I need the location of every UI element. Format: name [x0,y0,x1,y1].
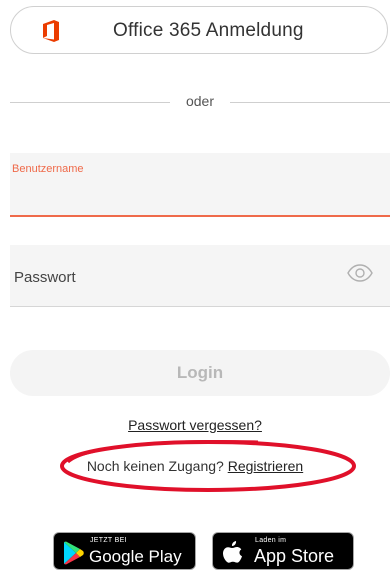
password-input[interactable] [12,263,316,291]
forgot-password-link[interactable]: Passwort vergessen? [128,417,262,433]
app-store-big-text: App Store [254,546,335,566]
username-label: Benutzername [12,163,84,175]
login-page: Office 365 Anmeldung oder Benutzername L… [0,0,390,572]
or-divider: oder [10,92,390,112]
office365-login-button[interactable]: Office 365 Anmeldung [10,6,388,54]
divider-line-left [10,102,170,103]
login-button[interactable]: Login [10,350,390,396]
google-play-badge[interactable]: JETZT BEI Google Play [53,532,196,570]
eye-icon[interactable] [347,264,373,282]
password-field[interactable] [10,245,390,307]
username-field[interactable]: Benutzername [10,153,390,217]
forgot-password-row: Passwort vergessen? [0,417,390,433]
google-play-icon [64,541,84,565]
username-input[interactable] [12,181,376,207]
google-play-small-text: JETZT BEI [90,537,127,544]
app-store-badge[interactable]: Laden im App Store [212,532,354,570]
divider-line-right [230,102,390,103]
office365-login-label: Office 365 Anmeldung [113,20,304,41]
divider-label: oder [185,93,215,109]
app-store-small-text: Laden im [255,537,287,544]
apple-icon [223,541,242,563]
office-logo-icon [43,20,59,42]
red-highlight-ellipse [60,440,356,492]
google-play-big-text: Google Play [89,547,182,566]
